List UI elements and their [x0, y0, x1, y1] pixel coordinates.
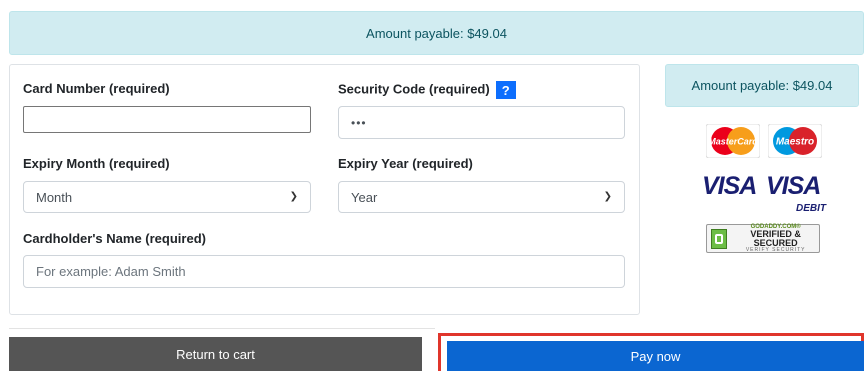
chevron-down-icon: ❯ — [289, 191, 298, 202]
cardholder-name-label: Cardholder's Name (required) — [23, 231, 206, 246]
card-number-label: Card Number (required) — [23, 81, 170, 96]
amount-payable-banner: Amount payable: $49.04 — [9, 11, 864, 55]
godaddy-verified-seal[interactable]: GODADDY.COM® VERIFIED & SECURED VERIFY S… — [706, 224, 820, 253]
security-code-input[interactable]: ••• — [338, 106, 625, 139]
maestro-wordmark: Maestro — [776, 137, 814, 148]
divider — [9, 328, 435, 329]
return-to-cart-button[interactable]: Return to cart — [9, 337, 422, 371]
maestro-logo: Maestro — [768, 124, 822, 158]
visa-debit-logo: VISA — [766, 172, 821, 200]
cardholder-name-input[interactable]: For example: Adam Smith — [23, 255, 625, 288]
expiry-year-select[interactable]: Year ❯ — [338, 181, 625, 213]
pay-now-button[interactable]: Pay now — [447, 341, 864, 371]
sidebar-amount-payable: Amount payable: $49.04 — [665, 64, 859, 107]
security-code-label: Security Code (required)? — [338, 81, 516, 99]
help-icon[interactable]: ? — [495, 81, 516, 99]
mastercard-logo: MasterCard — [706, 124, 760, 158]
debit-label: DEBIT — [796, 203, 826, 214]
chevron-down-icon: ❯ — [603, 191, 612, 202]
expiry-year-label: Expiry Year (required) — [338, 156, 473, 171]
amount-payable-text: Amount payable: $49.04 — [366, 25, 507, 41]
lock-icon — [711, 228, 728, 249]
expiry-month-label: Expiry Month (required) — [23, 156, 170, 171]
card-number-input[interactable] — [23, 106, 311, 133]
mastercard-wordmark: MasterCard — [708, 137, 758, 147]
visa-logo: VISA — [702, 172, 757, 200]
sidebar-amount-text: Amount payable: $49.04 — [691, 78, 833, 93]
expiry-month-select[interactable]: Month ❯ — [23, 181, 311, 213]
